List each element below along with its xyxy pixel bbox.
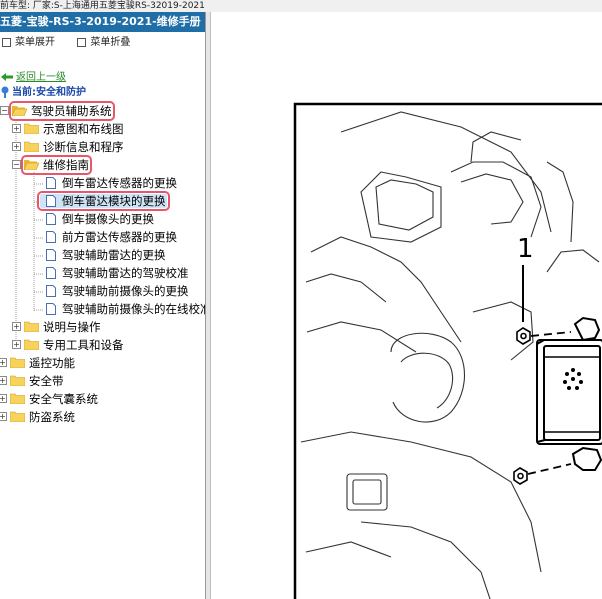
expand-toggle-icon[interactable]: + xyxy=(12,142,21,151)
document-icon xyxy=(46,176,56,189)
expand-toggle-icon[interactable]: + xyxy=(0,394,7,403)
document-icon xyxy=(46,266,56,279)
doc-item-selected[interactable]: 倒车雷达模块的更换 xyxy=(37,191,170,211)
doc-item-label: 驾驶辅助雷达的驾驶校准 xyxy=(62,266,189,280)
expand-toggle-icon[interactable]: + xyxy=(0,412,7,421)
doc-item-label: 驾驶辅助前摄像头的在线校准 xyxy=(62,302,206,316)
tree-node-driver-assist[interactable]: − 驾驶员辅助系统 xyxy=(0,101,115,121)
folder-icon xyxy=(24,321,39,332)
radar-module-diagram: 1 xyxy=(293,102,602,599)
doc-item[interactable]: 倒车雷达传感器的更换 xyxy=(46,174,177,192)
tree-node-seatbelts[interactable]: + 安全带 xyxy=(0,372,64,390)
document-icon xyxy=(46,284,56,297)
doc-item-label: 倒车摄像头的更换 xyxy=(62,212,154,226)
doc-item[interactable]: 驾驶辅助前摄像头的更换 xyxy=(46,282,189,300)
folder-icon xyxy=(24,141,39,152)
doc-item-label: 倒车雷达模块的更换 xyxy=(62,194,166,208)
tree-node-schematics[interactable]: + 示意图和布线图 xyxy=(12,120,124,138)
doc-item-label: 驾驶辅助雷达的更换 xyxy=(62,248,166,262)
document-icon xyxy=(46,212,56,225)
navigation-panel: 五菱-宝骏-RS-3-2019-2021-维修手册 菜单展开 菜单折叠 返回上一… xyxy=(0,12,206,599)
tree-node-label: 遥控功能 xyxy=(29,356,75,370)
tree-node-tools[interactable]: + 专用工具和设备 xyxy=(12,336,124,354)
folder-icon xyxy=(24,123,39,134)
folder-open-icon xyxy=(12,106,27,116)
doc-item[interactable]: 前方雷达传感器的更换 xyxy=(46,228,177,246)
tree-node-label: 防盗系统 xyxy=(29,410,75,424)
doc-item-label: 驾驶辅助前摄像头的更换 xyxy=(62,284,189,298)
tree-node-diagnostics[interactable]: + 诊断信息和程序 xyxy=(12,138,124,156)
tree-node-label: 诊断信息和程序 xyxy=(43,140,124,154)
diagram-viewer: 1 xyxy=(211,12,602,599)
tree-node-label: 安全气囊系统 xyxy=(29,392,98,406)
doc-item-label: 倒车雷达传感器的更换 xyxy=(62,176,177,190)
folder-icon xyxy=(10,393,25,404)
document-icon xyxy=(46,194,56,207)
expand-toggle-icon[interactable]: + xyxy=(12,340,21,349)
callout-number: 1 xyxy=(517,234,534,264)
tree-node-label: 维修指南 xyxy=(43,158,89,172)
doc-item[interactable]: 驾驶辅助雷达的更换 xyxy=(46,246,166,264)
document-icon xyxy=(46,248,56,261)
tree-node-label: 驾驶员辅助系统 xyxy=(31,104,112,118)
tree-node-label: 安全带 xyxy=(29,374,64,388)
tree-node-remote[interactable]: + 遥控功能 xyxy=(0,354,75,372)
collapse-toggle-icon[interactable]: − xyxy=(0,106,9,115)
expand-toggle-icon[interactable]: + xyxy=(0,358,7,367)
folder-icon xyxy=(10,375,25,386)
document-icon xyxy=(46,230,56,243)
tree-node-label: 示意图和布线图 xyxy=(43,122,124,136)
tree-node-label: 说明与操作 xyxy=(43,320,101,334)
collapse-toggle-icon[interactable]: − xyxy=(12,160,21,169)
folder-icon xyxy=(10,411,25,422)
doc-item[interactable]: 倒车摄像头的更换 xyxy=(46,210,154,228)
tree-node-airbag[interactable]: + 安全气囊系统 xyxy=(0,390,98,408)
vehicle-info-bar: 前车型: 厂家:S-上海通用五菱宝骏RS-32019-2021 xyxy=(0,0,602,12)
document-icon xyxy=(46,302,56,315)
doc-item[interactable]: 驾驶辅助雷达的驾驶校准 xyxy=(46,264,189,282)
folder-icon xyxy=(10,357,25,368)
tree-node-antitheft[interactable]: + 防盗系统 xyxy=(0,408,75,426)
doc-item[interactable]: 驾驶辅助前摄像头的在线校准 xyxy=(46,300,206,318)
tree-node-repair-guide[interactable]: − 维修指南 xyxy=(12,155,92,175)
expand-toggle-icon[interactable]: + xyxy=(0,376,7,385)
folder-icon xyxy=(24,339,39,350)
tree-node-description[interactable]: + 说明与操作 xyxy=(12,318,101,336)
expand-toggle-icon[interactable]: + xyxy=(12,124,21,133)
vehicle-info-text: 前车型: 厂家:S-上海通用五菱宝骏RS-32019-2021 xyxy=(0,1,205,11)
doc-item-label: 前方雷达传感器的更换 xyxy=(62,230,177,244)
tree-node-label: 专用工具和设备 xyxy=(43,338,124,352)
expand-toggle-icon[interactable]: + xyxy=(12,322,21,331)
folder-open-icon xyxy=(24,160,39,170)
